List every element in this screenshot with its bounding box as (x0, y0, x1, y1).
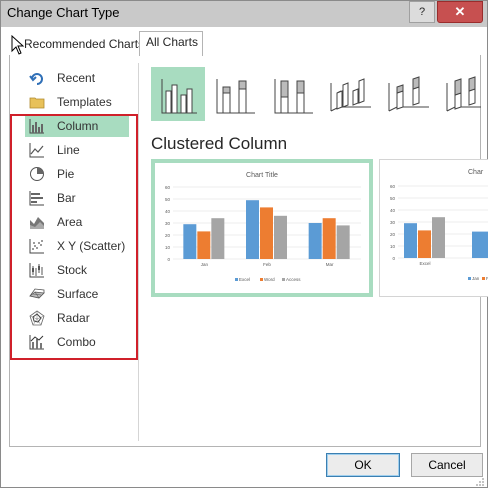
window-title: Change Chart Type (7, 5, 120, 20)
3d-100-stacked-column-icon (446, 76, 481, 112)
x-tick-label: Excel (419, 261, 430, 266)
category-recent[interactable]: Recent (25, 67, 129, 89)
subtype-100-stacked-column[interactable] (267, 67, 321, 121)
y-tick-label: 30 (165, 221, 171, 226)
bar-preview2 (404, 223, 417, 258)
y-tick-label: 20 (390, 232, 396, 237)
x-tick-label: Mar (326, 262, 334, 267)
legend-swatch-word (260, 278, 263, 281)
preview-chart-2: Char6050403020100ExcelJanFe (390, 169, 488, 281)
legend-label: Access (286, 277, 301, 282)
subtype-3d-stacked-column[interactable] (383, 67, 437, 121)
preview-chart-title: Chart Title (246, 172, 278, 179)
subtype-3d-clustered-column[interactable] (325, 67, 379, 121)
stacked-column-icon (216, 79, 255, 114)
tab-all-charts[interactable]: All Charts (139, 31, 203, 56)
preview-chart: Chart Title 60 50 40 30 20 10 0 Jan Feb Mar Excel Wo… (165, 172, 361, 282)
preview2-chart-title: Char (468, 169, 484, 176)
y-tick-label: 0 (167, 257, 170, 262)
bar-preview2 (432, 217, 445, 258)
category-templates[interactable]: Templates (25, 91, 129, 113)
y-tick-label: 20 (165, 233, 171, 238)
3d-stacked-column-icon (388, 76, 429, 112)
bar-access-mar (336, 225, 350, 259)
subtype-3d-100-stacked-column[interactable] (441, 67, 481, 121)
bar-word-feb (260, 207, 273, 259)
subtype-stacked-column[interactable] (209, 67, 263, 121)
legend-swatch (468, 277, 471, 280)
bar-preview2 (472, 231, 488, 258)
bar-word-jan (197, 231, 211, 259)
y-tick-label: 50 (390, 196, 396, 201)
category-label: Templates (57, 95, 112, 109)
category-divider (138, 63, 139, 441)
legend-label: Jan (472, 276, 480, 281)
bar-preview2 (418, 230, 431, 258)
100-stacked-column-icon (274, 79, 313, 114)
change-chart-type-dialog: Change Chart Type ? ✕ Recommended Charts… (0, 0, 488, 488)
y-tick-label: 50 (165, 197, 171, 202)
selected-subtype-name: Clustered Column (151, 134, 288, 153)
bar-excel-mar (308, 223, 322, 259)
ok-button[interactable]: OK (326, 453, 400, 477)
resize-grip-icon[interactable] (475, 477, 485, 487)
y-tick-label: 0 (392, 256, 395, 261)
tab-recommended-charts[interactable]: Recommended Charts (17, 33, 144, 55)
chart-preview-2[interactable]: Char6050403020100ExcelJanFe (379, 159, 488, 297)
annotation-highlight-box (10, 114, 138, 360)
y-tick-label: 40 (390, 208, 396, 213)
bar-excel-jan (183, 224, 197, 259)
bar-access-feb (274, 215, 287, 259)
3d-clustered-column-icon (330, 78, 371, 112)
y-tick-label: 60 (165, 185, 171, 190)
y-tick-label: 10 (165, 245, 171, 250)
legend-label: Word (264, 277, 275, 282)
x-tick-label: Feb (263, 262, 271, 267)
y-tick-label: 30 (390, 220, 396, 225)
y-tick-label: 10 (390, 244, 396, 249)
legend-swatch-access (282, 278, 285, 281)
chart-preview-1[interactable]: Chart Title 60 50 40 30 20 10 0 Jan Feb Mar Excel Wo… (151, 159, 373, 297)
legend-label: Excel (239, 277, 250, 282)
subtype-clustered-column[interactable] (151, 67, 205, 121)
clustered-column-icon (161, 79, 197, 114)
bar-access-jan (211, 218, 225, 259)
bar-word-mar (322, 218, 336, 259)
bar-excel-feb (246, 200, 259, 259)
y-tick-label: 40 (165, 209, 171, 214)
x-tick-label: Jan (201, 262, 209, 267)
cancel-button[interactable]: Cancel (411, 453, 483, 477)
close-button[interactable]: ✕ (437, 1, 483, 23)
legend-swatch-excel (235, 278, 238, 281)
y-tick-label: 60 (390, 184, 396, 189)
legend-swatch (482, 277, 485, 280)
title-bar[interactable]: Change Chart Type ? ✕ (1, 1, 487, 27)
folder-icon (29, 97, 45, 109)
recent-icon (29, 73, 43, 85)
category-label: Recent (57, 71, 96, 85)
help-button[interactable]: ? (409, 1, 435, 23)
